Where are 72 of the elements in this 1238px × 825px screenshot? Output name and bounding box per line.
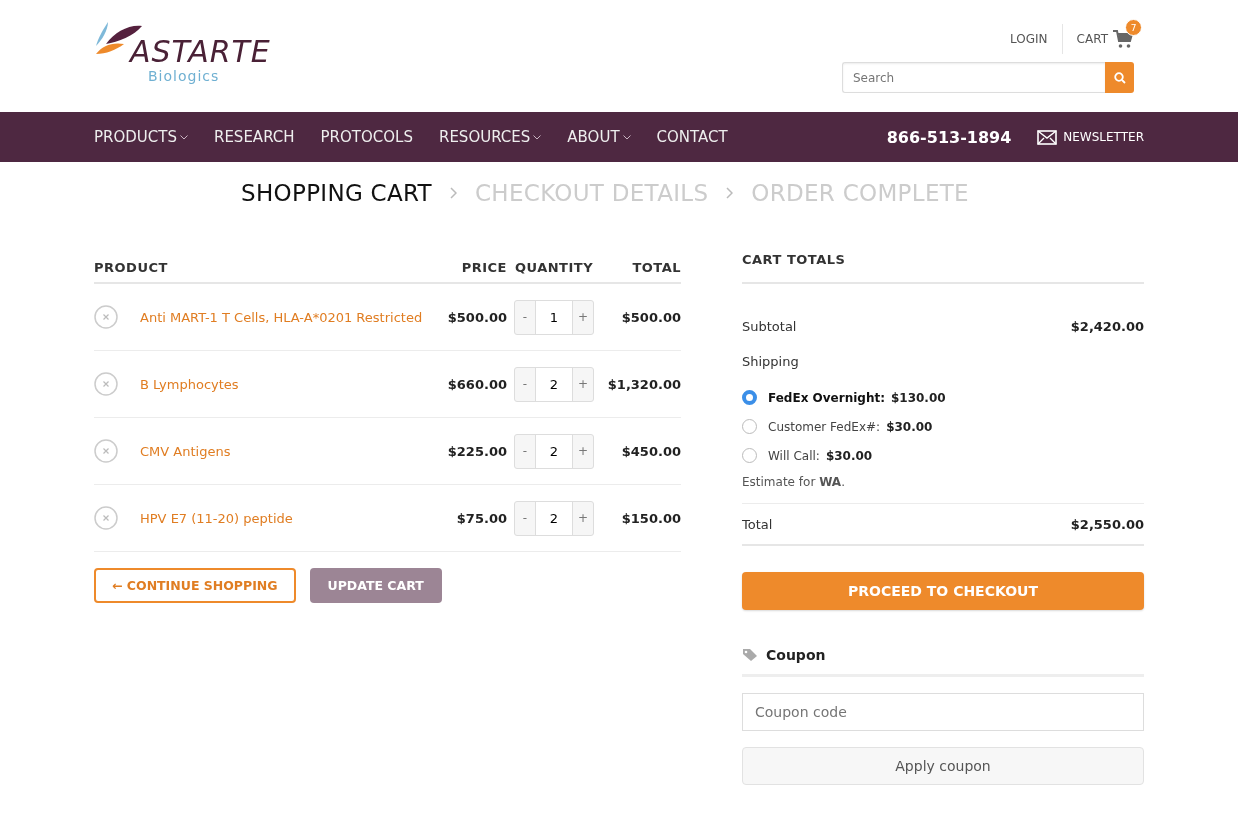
newsletter-link[interactable]: NEWSLETTER bbox=[1037, 129, 1144, 145]
shipping-price: $130.00 bbox=[890, 390, 946, 405]
decrease-button[interactable]: - bbox=[515, 501, 535, 535]
logo-subtitle: Biologics bbox=[148, 68, 221, 84]
checkout-step[interactable]: SHOPPING CART bbox=[241, 180, 432, 206]
radio-button[interactable] bbox=[742, 419, 757, 434]
nav-link[interactable]: RESEARCH bbox=[213, 128, 295, 146]
shipping-option-label: FedEx Overnight: bbox=[768, 390, 885, 405]
phone-link[interactable]: 866-513-1894 bbox=[886, 127, 1012, 147]
quantity-stepper[interactable]: - 2 + bbox=[514, 366, 594, 402]
total-label: Total bbox=[742, 516, 773, 532]
nav-link[interactable]: RESOURCES bbox=[438, 128, 542, 146]
price-text: $660.00 bbox=[446, 376, 507, 392]
chevron-down-icon bbox=[622, 134, 631, 140]
line-total-text: $500.00 bbox=[620, 309, 681, 325]
tag-icon bbox=[742, 648, 758, 662]
column-header: PRICE bbox=[460, 259, 507, 275]
quantity-stepper[interactable]: - 2 + bbox=[514, 500, 594, 536]
section-heading: CART TOTALS bbox=[742, 252, 1144, 284]
nav-link[interactable]: CONTACT bbox=[656, 128, 728, 146]
subtotal-value: $2,420.00 bbox=[1070, 318, 1144, 334]
quantity-stepper[interactable]: - 1 + bbox=[514, 299, 594, 335]
line-total-text: $1,320.00 bbox=[606, 376, 681, 392]
decrease-button[interactable]: - bbox=[515, 367, 535, 401]
increase-button[interactable]: + bbox=[573, 367, 593, 401]
shipping-option-label: Customer FedEx#: bbox=[768, 419, 881, 434]
increase-button[interactable]: + bbox=[573, 434, 593, 468]
search-field[interactable]: Search bbox=[842, 62, 1105, 93]
logo-wordmark[interactable]: ASTARTE bbox=[130, 36, 271, 68]
cart-link[interactable]: CART 7 bbox=[1062, 19, 1144, 49]
cart-count-badge: 7 bbox=[1125, 19, 1142, 36]
coupon-heading: Coupon bbox=[766, 647, 826, 663]
remove-icon[interactable] bbox=[94, 372, 118, 396]
shipping-label: Shipping bbox=[742, 354, 800, 369]
radio-button[interactable] bbox=[742, 390, 757, 405]
nav-link[interactable]: PRODUCTS bbox=[94, 128, 188, 146]
shipping-price: $30.00 bbox=[825, 448, 873, 463]
chevron-down-icon bbox=[179, 134, 188, 140]
coupon-code-field[interactable]: Coupon code bbox=[742, 693, 1144, 731]
increase-button[interactable]: + bbox=[573, 300, 593, 334]
remove-icon[interactable] bbox=[94, 439, 118, 463]
price-text: $500.00 bbox=[446, 309, 507, 325]
increase-button[interactable]: + bbox=[573, 501, 593, 535]
radio-button[interactable] bbox=[742, 448, 757, 463]
line-total-text: $450.00 bbox=[620, 443, 681, 459]
chevron-right-icon bbox=[726, 187, 734, 199]
remove-icon[interactable] bbox=[94, 305, 118, 329]
nav-link[interactable]: ABOUT bbox=[567, 128, 631, 146]
login-link[interactable]: LOGIN bbox=[1010, 24, 1063, 54]
cart-icon bbox=[1112, 29, 1134, 49]
quantity-stepper[interactable]: - 2 + bbox=[514, 433, 594, 469]
estimate-text: Estimate for WA. bbox=[742, 475, 846, 491]
envelope-icon bbox=[1037, 129, 1058, 145]
line-total-text: $150.00 bbox=[620, 510, 681, 526]
shipping-option-label: Will Call: bbox=[768, 448, 820, 463]
total-value: $2,550.00 bbox=[1070, 516, 1144, 532]
remove-icon[interactable] bbox=[94, 506, 118, 530]
decrease-button[interactable]: - bbox=[515, 434, 535, 468]
column-header: QUANTITY bbox=[513, 259, 595, 275]
price-text: $225.00 bbox=[446, 443, 507, 459]
decrease-button[interactable]: - bbox=[515, 300, 535, 334]
chevron-down-icon bbox=[533, 134, 542, 140]
shipping-price: $30.00 bbox=[886, 419, 933, 434]
search-icon bbox=[1113, 71, 1126, 84]
chevron-right-icon bbox=[450, 187, 457, 199]
column-header: TOTAL bbox=[631, 259, 681, 275]
price-text: $75.00 bbox=[455, 510, 507, 526]
subtotal-label: Subtotal bbox=[742, 318, 797, 334]
apply-coupon-button[interactable]: Apply coupon bbox=[742, 747, 1144, 785]
search-button[interactable] bbox=[1105, 62, 1134, 93]
nav-link[interactable]: PROTOCOLS bbox=[320, 128, 413, 146]
column-header: PRODUCT bbox=[94, 259, 169, 275]
